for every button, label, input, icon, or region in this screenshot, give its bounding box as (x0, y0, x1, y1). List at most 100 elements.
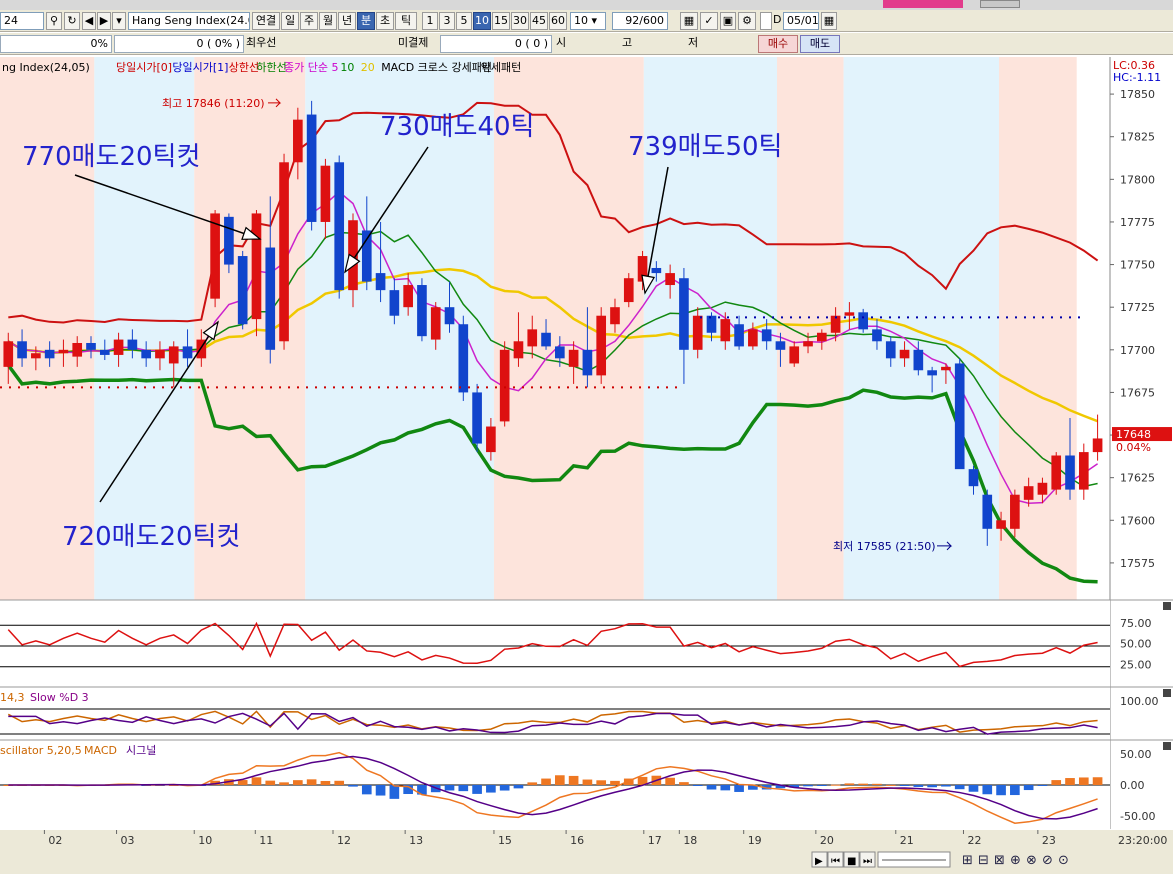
macd-tick: 0.00 (1120, 779, 1145, 792)
prev-icon[interactable]: ◀ (82, 12, 96, 30)
symbol-field[interactable]: Hang Seng Index(24.0 (128, 12, 250, 30)
x-tick-label: 21 (900, 834, 914, 847)
period-button[interactable]: 연결 (252, 12, 280, 30)
interval-select[interactable]: 10 ▾ (570, 12, 606, 30)
interval-button[interactable]: 1 (422, 12, 438, 30)
interval-button[interactable]: 5 (456, 12, 472, 30)
tool-icon: ⊙ (1058, 853, 1069, 868)
period-button[interactable]: 월 (319, 12, 337, 30)
panel-close-icon (1163, 689, 1171, 697)
stoch-tick: 25.00 (1120, 658, 1152, 671)
macd-osc-bar (279, 782, 289, 785)
macd-osc-bar (375, 785, 386, 796)
candle-body (486, 426, 496, 453)
macd-osc-bar (320, 780, 331, 785)
chart-toolbar: 24 ⚲ ↻ ◀ ▶ ▾ Hang Seng Index(24.0 10 ▾ 9… (0, 10, 1173, 32)
code-combo[interactable]: 24 (0, 12, 44, 30)
macd-osc-bar (582, 779, 593, 785)
macd-osc-bar (596, 780, 607, 785)
unfilled-field: 0 ( 0 ) (440, 35, 552, 53)
slow-tick: 100.00 (1120, 695, 1159, 708)
period-button[interactable]: 틱 (395, 12, 417, 30)
date-field[interactable]: 05/01 (783, 12, 819, 30)
candle-body (803, 341, 813, 347)
macd-osc-bar (361, 785, 372, 795)
buy-button[interactable]: 매수 (758, 35, 798, 53)
period-button[interactable]: 초 (376, 12, 394, 30)
candle-body (251, 213, 262, 320)
calendar-icon[interactable]: ▦ (821, 12, 837, 30)
period-button[interactable]: 주 (300, 12, 318, 30)
candle-body (375, 273, 386, 291)
legend-item: ng Index(24,05) (2, 61, 90, 74)
candle-body (31, 353, 41, 359)
interval-button[interactable]: 45 (530, 12, 548, 30)
x-tick-label: 17 (648, 834, 662, 847)
panel-close-icon (1163, 742, 1171, 750)
stoch-tick: 50.00 (1120, 638, 1152, 651)
x-tick-label: 11 (259, 834, 273, 847)
hts-chart-window: 24 ⚲ ↻ ◀ ▶ ▾ Hang Seng Index(24.0 10 ▾ 9… (0, 0, 1173, 874)
interval-button[interactable]: 60 (549, 12, 567, 30)
macd-osc-bar (692, 785, 703, 786)
candle-body (596, 315, 607, 376)
next-icon[interactable]: ▶ (97, 12, 111, 30)
macd-osc-bar (472, 785, 482, 794)
top-button[interactable] (980, 0, 1020, 8)
list-icon[interactable]: ▾ (112, 12, 126, 30)
promo-banner[interactable] (883, 0, 963, 8)
order-bar: 0% 0 ( 0% ) 최우선 미결제 0 ( 0 ) 시 고 저 매수 매도 (0, 33, 1173, 55)
trade-callout: 770매도20틱컷 (22, 142, 200, 172)
period-button[interactable]: 분 (357, 12, 375, 30)
macd-osc-bar (499, 785, 510, 791)
candle-body (58, 349, 69, 354)
macd-osc-bar (665, 777, 675, 785)
period-button[interactable]: 일 (281, 12, 299, 30)
draw-icon[interactable]: ✓ (700, 12, 718, 30)
macd-osc-bar (941, 785, 951, 787)
candle-body (1051, 455, 1062, 490)
interval-button[interactable]: 10 (473, 12, 491, 30)
macd-osc-bar (844, 783, 855, 785)
y-tick-label: 17625 (1120, 472, 1155, 485)
pct-field: 0% (0, 35, 112, 53)
refresh-icon[interactable]: ↻ (64, 12, 80, 30)
min-annotation: 최저 17585 (21:50) (833, 540, 936, 553)
interval-button[interactable]: 15 (492, 12, 510, 30)
macd-osc-bar (706, 785, 717, 790)
candle-body (403, 285, 413, 308)
tool-icon: ⊕ (1010, 853, 1021, 868)
candle-body (417, 285, 427, 337)
candle-body (968, 469, 979, 487)
candle-body (444, 307, 455, 325)
macd-osc-bar (1065, 778, 1075, 785)
y-tick-label: 17600 (1120, 514, 1155, 527)
nav-icon: ⏮ (831, 856, 840, 867)
panel-close-icon (1163, 602, 1171, 610)
tool-icon: ⊗ (1026, 853, 1037, 868)
search-icon[interactable]: ⚲ (46, 12, 62, 30)
candle-body (17, 341, 27, 359)
grid-icon[interactable]: ▦ (680, 12, 698, 30)
sell-button[interactable]: 매도 (800, 35, 840, 53)
d-checkbox[interactable] (760, 12, 772, 30)
price-chart[interactable]: ng Index(24,05) 당일시가[0] 당일시가[1] 상한선하한선종가 단순… (0, 57, 1173, 874)
y-tick-label: 17825 (1120, 131, 1155, 144)
max-annotation: 최고 17846 (11:20) (162, 97, 265, 110)
count-field[interactable]: 92/600 (612, 12, 668, 30)
candle-body (706, 315, 717, 333)
candle-body (320, 165, 331, 222)
interval-button[interactable]: 3 (439, 12, 455, 30)
save-icon[interactable]: ▣ (720, 12, 736, 30)
candle-body (775, 341, 786, 350)
low-label: 저 (688, 36, 699, 49)
x-tick-label: 23 (1042, 834, 1056, 847)
macd-osc-bar (954, 785, 965, 790)
interval-button[interactable]: 30 (511, 12, 529, 30)
macd-osc-bar (858, 783, 869, 785)
period-button[interactable]: 년 (338, 12, 356, 30)
macd-osc-bar (555, 775, 565, 785)
candle-body (610, 307, 620, 325)
gear-icon[interactable]: ⚙ (738, 12, 756, 30)
macd-legend-2: 시그널 (126, 744, 156, 757)
